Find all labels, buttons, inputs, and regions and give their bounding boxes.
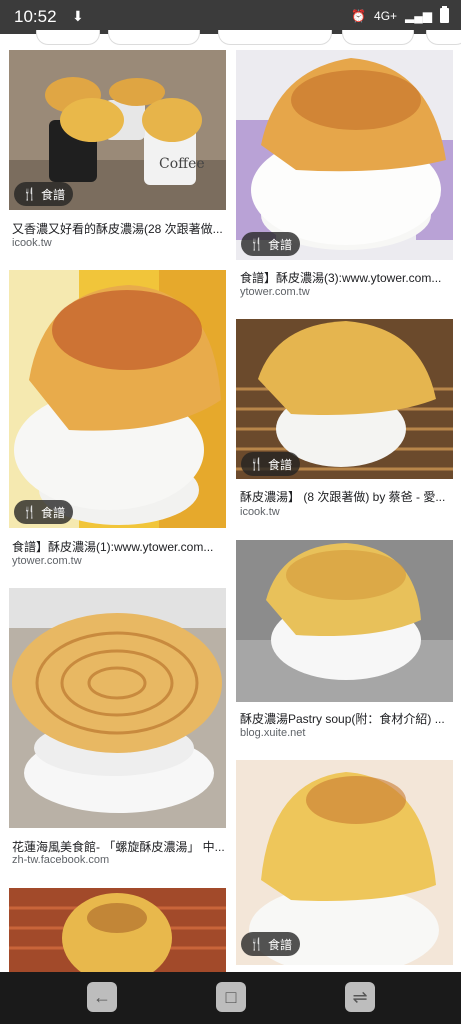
- image-result[interactable]: 🍴 食譜: [236, 760, 453, 972]
- result-thumbnail[interactable]: 🍴 食譜: [9, 270, 226, 528]
- result-thumbnail[interactable]: 🍴 食譜: [236, 50, 453, 260]
- filter-chip[interactable]: [36, 30, 100, 45]
- fork-knife-icon: 🍴: [249, 937, 264, 951]
- fork-knife-icon: 🍴: [22, 505, 37, 519]
- result-domain: ytower.com.tw: [12, 555, 82, 567]
- badge-label: 食譜: [40, 505, 65, 520]
- filter-chip[interactable]: [218, 30, 332, 45]
- filter-chips: [0, 30, 461, 45]
- home-icon[interactable]: □: [216, 982, 246, 1012]
- battery-icon: [440, 6, 449, 23]
- recents-glyph: ⇌: [352, 986, 368, 1007]
- badge-label: 食譜: [267, 457, 292, 472]
- result-thumbnail[interactable]: 🍴 食譜: [236, 760, 453, 965]
- network-label: 4G+: [374, 8, 398, 23]
- recipe-badge: 🍴 食譜: [241, 232, 300, 256]
- fork-knife-icon: 🍴: [249, 457, 264, 471]
- recipe-badge: 🍴 食譜: [14, 500, 73, 524]
- status-icons: ⏰ 4G+ ▂▄▆: [351, 6, 449, 23]
- filter-chip[interactable]: [342, 30, 414, 45]
- recipe-badge: 🍴 食譜: [241, 932, 300, 956]
- image-result[interactable]: 🍴 食譜 食譜】酥皮濃湯(3):www.ytower.com... ytower…: [236, 50, 453, 300]
- image-result[interactable]: 🍴 食譜 酥皮濃湯】 (8 次跟著做) by 蔡爸 - 愛... icook.t…: [236, 319, 453, 524]
- fork-knife-icon: 🍴: [22, 187, 37, 201]
- system-nav-bar: ← □ ⇌: [0, 972, 461, 1024]
- image-result[interactable]: Coffee 🍴 食譜 又香濃又好看的酥皮濃湯(28 次跟著做... icook…: [9, 50, 226, 260]
- image-result[interactable]: 🍴 食譜 食譜】酥皮濃湯(1):www.ytower.com... ytower…: [9, 270, 226, 570]
- back-icon[interactable]: ←: [87, 982, 117, 1012]
- result-title[interactable]: 食譜】酥皮濃湯(3):www.ytower.com...: [240, 269, 453, 286]
- result-thumbnail[interactable]: [9, 888, 226, 972]
- image-result[interactable]: 花蓮海風美食館- 「螺旋酥皮濃湯」 中... zh-tw.facebook.co…: [9, 588, 226, 873]
- alarm-icon: ⏰: [351, 8, 367, 23]
- back-glyph: ←: [93, 986, 111, 1007]
- badge-label: 食譜: [40, 187, 65, 202]
- status-bar: 10:52 ⬇ ⏰ 4G+ ▂▄▆: [0, 0, 461, 34]
- result-title[interactable]: 又香濃又好看的酥皮濃湯(28 次跟著做...: [12, 220, 225, 237]
- home-glyph: □: [225, 986, 237, 1007]
- image-result[interactable]: [9, 888, 226, 972]
- result-thumbnail[interactable]: 🍴 食譜: [236, 319, 453, 479]
- result-thumbnail[interactable]: Coffee 🍴 食譜: [9, 50, 226, 210]
- badge-label: 食譜: [267, 937, 292, 952]
- recents-icon[interactable]: ⇌: [345, 982, 375, 1012]
- image-result[interactable]: 酥皮濃湯Pastry soup(附：食材介紹) ... blog.xuite.n…: [236, 540, 453, 745]
- result-domain: icook.tw: [240, 506, 280, 518]
- result-domain: ytower.com.tw: [240, 286, 310, 298]
- recipe-badge: 🍴 食譜: [14, 182, 73, 206]
- fork-knife-icon: 🍴: [249, 237, 264, 251]
- result-thumbnail[interactable]: [9, 588, 226, 828]
- status-time: 10:52: [14, 7, 57, 26]
- svg-text:Coffee: Coffee: [159, 156, 205, 172]
- result-title[interactable]: 酥皮濃湯Pastry soup(附：食材介紹) ...: [240, 710, 453, 727]
- result-domain: zh-tw.facebook.com: [12, 854, 110, 866]
- recipe-badge: 🍴 食譜: [241, 452, 300, 476]
- result-title[interactable]: 花蓮海風美食館- 「螺旋酥皮濃湯」 中...: [12, 838, 225, 855]
- result-title[interactable]: 食譜】酥皮濃湯(1):www.ytower.com...: [12, 538, 225, 555]
- filter-chip[interactable]: [108, 30, 200, 45]
- signal-icon: ▂▄▆: [405, 8, 432, 23]
- filter-chip[interactable]: [426, 30, 461, 45]
- download-icon: ⬇: [72, 8, 84, 24]
- result-title[interactable]: 酥皮濃湯】 (8 次跟著做) by 蔡爸 - 愛...: [240, 488, 453, 505]
- badge-label: 食譜: [267, 237, 292, 252]
- result-domain: icook.tw: [12, 237, 52, 249]
- result-domain: blog.xuite.net: [240, 727, 306, 739]
- result-thumbnail[interactable]: [236, 540, 453, 702]
